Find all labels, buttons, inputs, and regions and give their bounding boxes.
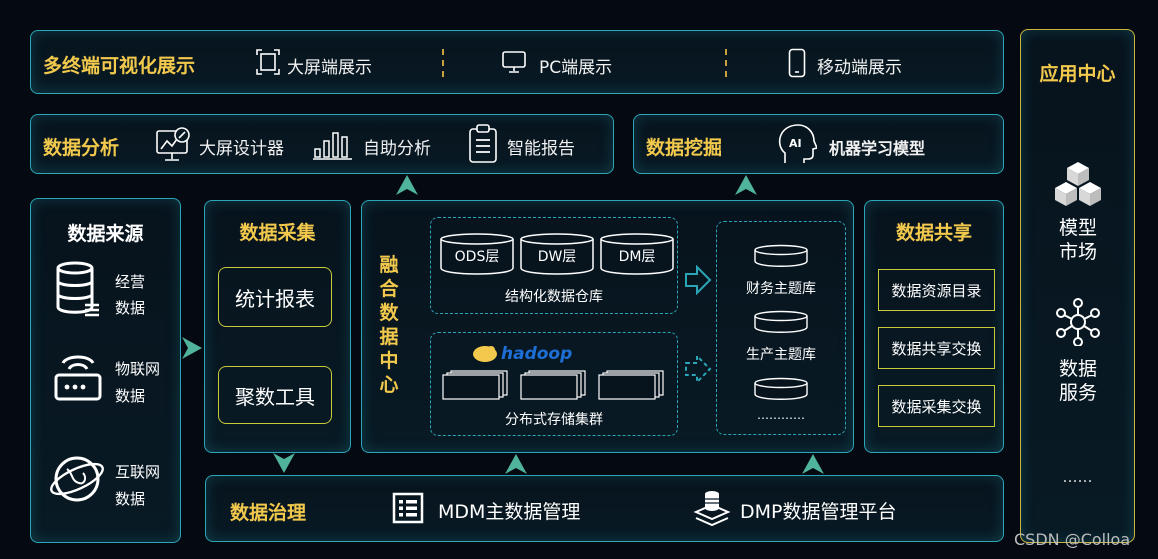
display-item-label: 大屏端展示 [287, 58, 372, 78]
theme-label: ………… [757, 408, 805, 422]
collect-item: 统计报表 [218, 267, 332, 327]
right-arrow-outline [685, 265, 712, 295]
source-item-label: 物联网数据 [115, 360, 161, 405]
display-item-label: 移动端展示 [817, 58, 902, 78]
watermark: CSDN @Colloa [1014, 530, 1131, 549]
up-arrow [505, 454, 527, 474]
clipboard-icon [469, 124, 497, 163]
analysis-title: 数据分析 [43, 137, 120, 159]
svg-text:AI: AI [789, 137, 802, 150]
app-center-panel: 应用中心 模型市场 数据服务 …… [1020, 29, 1135, 543]
fusion-title: 融合数据中心 [379, 254, 399, 396]
up-arrow [735, 175, 757, 195]
bar-chart-icon [313, 132, 352, 160]
analysis-item-label: 自助分析 [363, 139, 431, 159]
right-arrow [182, 337, 202, 359]
fusion-panel: 融合数据中心 ODS层 DW层 DM层 结构化数据仓库 hadoop 分布式存储… [361, 200, 854, 453]
source-panel: 数据来源 经营数据 物联网数据 互联网数据 [30, 198, 181, 543]
right-arrow-dashed [685, 354, 712, 384]
app-center-item-label: 模型市场 [1058, 217, 1097, 263]
up-arrow [396, 175, 418, 195]
share-panel: 数据共享 数据资源目录 数据共享交换 数据采集交换 [864, 200, 1004, 453]
theme-label: 生产主题库 [746, 347, 816, 363]
collect-item: 聚数工具 [218, 366, 332, 424]
analysis-panel: 数据分析 大屏设计器 自助分析 智能报告 [30, 114, 614, 174]
separator [442, 49, 444, 77]
layer-label: ODS层 [454, 249, 500, 265]
up-arrow [802, 454, 824, 474]
monitor-icon [502, 51, 526, 73]
cylinder-shape [754, 244, 808, 267]
list-icon [392, 492, 424, 524]
theme-store-group: 财务主题库 生产主题库 ………… [716, 221, 846, 435]
ai-head-icon: AI [778, 124, 817, 163]
layer-label: DW层 [537, 249, 577, 265]
database-icon [56, 261, 99, 317]
distributed-label: 分布式存储集群 [505, 412, 603, 428]
globe-icon [50, 456, 104, 502]
share-item: 数据采集交换 [878, 385, 995, 427]
separator [725, 49, 727, 77]
collect-panel: 数据采集 统计报表 聚数工具 [204, 200, 351, 453]
source-title: 数据来源 [67, 223, 144, 245]
analysis-item-label: 大屏设计器 [199, 139, 284, 159]
app-center-item-label: 数据服务 [1058, 358, 1097, 404]
analysis-item-label: 智能报告 [507, 139, 575, 159]
share-item: 数据共享交换 [878, 327, 995, 369]
router-icon [54, 355, 102, 401]
mining-panel: 数据挖掘 AI 机器学习模型 [633, 114, 1004, 174]
governance-title: 数据治理 [230, 502, 307, 524]
server-stack-icon [442, 370, 508, 400]
structured-label: 结构化数据仓库 [505, 289, 603, 305]
stack-icon [693, 491, 731, 527]
mining-title: 数据挖掘 [646, 137, 723, 159]
display-panel: 多终端可视化展示 大屏端展示 PC端展示 移动端展示 [30, 30, 1004, 94]
source-item-label: 互联网数据 [115, 463, 161, 508]
cylinder-shape [754, 377, 808, 400]
app-center-more: …… [1062, 468, 1093, 486]
down-arrow [273, 453, 295, 473]
display-title: 多终端可视化展示 [43, 55, 196, 77]
network-icon [1056, 298, 1100, 346]
structured-warehouse: ODS层 DW层 DM层 结构化数据仓库 [430, 217, 678, 314]
hadoop-logo-icon: hadoop [473, 344, 572, 364]
theme-label: 财务主题库 [746, 281, 816, 297]
screen-design-icon [156, 127, 190, 161]
share-title: 数据共享 [895, 222, 972, 244]
collect-title: 数据采集 [239, 222, 316, 244]
display-item-label: PC端展示 [539, 58, 613, 78]
distributed-cluster: hadoop 分布式存储集群 [430, 332, 678, 436]
governance-item-label: MDM主数据管理 [438, 501, 581, 523]
share-item: 数据资源目录 [878, 269, 995, 311]
governance-item-label: DMP数据管理平台 [740, 501, 897, 523]
cubes-icon [1055, 162, 1101, 206]
governance-panel: 数据治理 MDM主数据管理 DMP数据管理平台 [205, 475, 1004, 542]
app-center-title: 应用中心 [1039, 63, 1116, 85]
cylinder-shape [754, 310, 808, 333]
mining-item-label: 机器学习模型 [829, 139, 926, 158]
mobile-icon [788, 48, 806, 78]
svg-text:hadoop: hadoop [501, 344, 572, 364]
server-stack-icon [520, 370, 586, 400]
layer-label: DM层 [618, 249, 656, 265]
server-stack-icon [598, 370, 664, 400]
source-item-label: 经营数据 [115, 273, 146, 317]
fullscreen-icon [256, 49, 280, 75]
